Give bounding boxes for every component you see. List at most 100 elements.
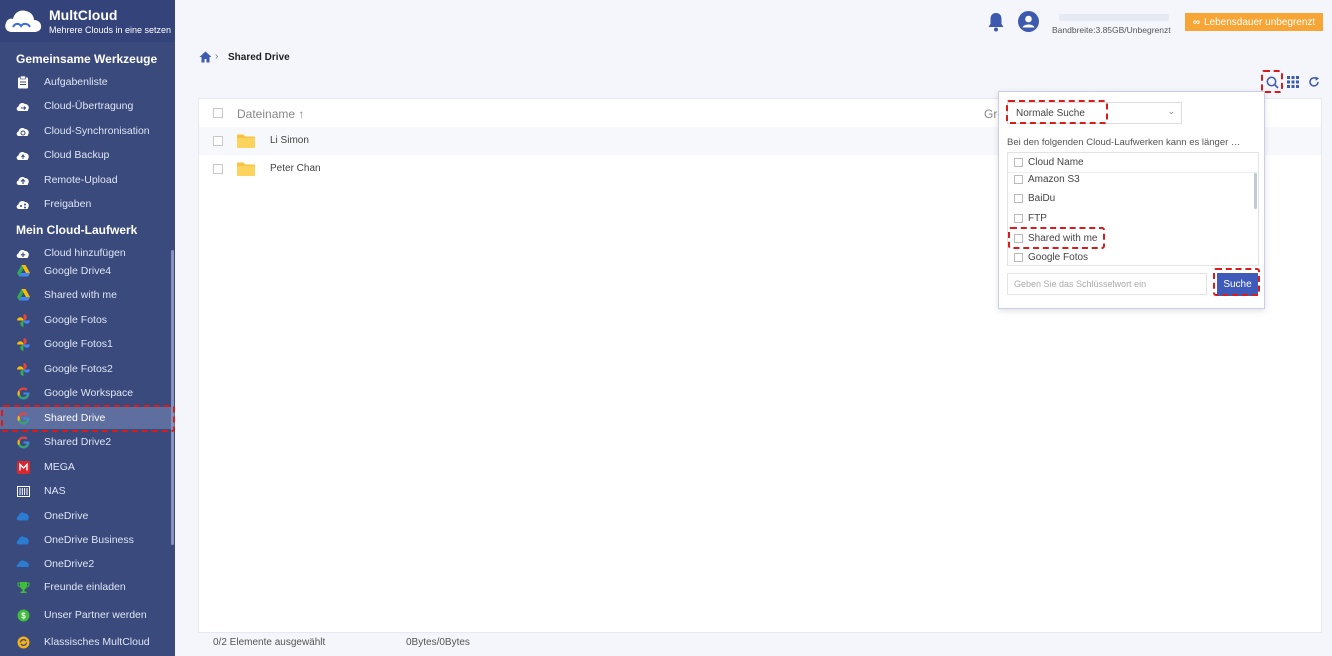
sidebar-item-label: Shared Drive2 — [44, 436, 112, 448]
sidebar-item-label: OneDrive2 — [44, 558, 95, 567]
bell-icon[interactable] — [987, 12, 1005, 32]
logo[interactable]: MultCloud Mehrere Clouds in eine setzen — [0, 0, 175, 42]
cloud-option-checkbox[interactable] — [1014, 253, 1023, 262]
column-filename-label: Dateiname — [237, 107, 296, 121]
cloud-list-header-label: Cloud Name — [1028, 157, 1084, 168]
search-hint: Bei den folgenden Cloud-Laufwerken kann … — [1007, 137, 1241, 148]
cloud-option-checkbox[interactable] — [1014, 214, 1023, 223]
cloud-option-checkbox[interactable] — [1014, 234, 1023, 243]
column-filename[interactable]: Dateiname ↑ — [237, 107, 304, 121]
cloud-option[interactable]: Amazon S3 — [1014, 174, 1080, 185]
app-tagline: Mehrere Clouds in eine setzen — [49, 25, 172, 35]
grid-view-button[interactable] — [1284, 73, 1302, 91]
cloud-list-header[interactable]: Cloud Name — [1014, 157, 1084, 168]
sidebar-item-task-list[interactable]: Aufgabenliste — [0, 71, 175, 93]
sidebar-item-cloud-backup[interactable]: Cloud Backup — [0, 144, 175, 166]
sidebar-item-label: Google Workspace — [44, 387, 134, 399]
sort-arrow-icon: ↑ — [298, 107, 305, 121]
user-avatar-icon[interactable] — [1018, 11, 1039, 32]
sidebar-item-google-fotos2[interactable]: Google Fotos2 — [0, 358, 175, 380]
folder-icon — [237, 162, 255, 176]
sidebar-item-label: Freigaben — [44, 198, 92, 210]
cloud-option[interactable]: Google Fotos — [1014, 252, 1088, 263]
search-toggle-button[interactable] — [1263, 73, 1281, 91]
sidebar-item-shared-with-me[interactable]: Shared with me — [0, 284, 175, 306]
cloud-option[interactable]: Shared with me — [1014, 233, 1097, 244]
cloud-option-label: BaiDu — [1028, 193, 1056, 204]
search-mode-select[interactable]: Normale Suche ⌄ — [1007, 102, 1182, 124]
clipboard-icon — [16, 75, 30, 89]
selection-bytes: 0Bytes/0Bytes — [406, 637, 470, 648]
search-button[interactable]: Suche — [1217, 273, 1258, 296]
google-drive-icon — [16, 288, 30, 302]
home-icon[interactable] — [199, 51, 212, 63]
sidebar-item-shared-drive[interactable]: Shared Drive — [0, 407, 175, 429]
cloud-option-label: FTP — [1028, 213, 1047, 224]
folder-icon — [237, 134, 255, 148]
cloud-option-label: Shared with me — [1028, 233, 1098, 244]
divider — [1008, 172, 1258, 173]
infinity-icon: ∞ — [1192, 16, 1200, 28]
sidebar-item-shares[interactable]: Freigaben — [0, 193, 175, 215]
cloud-list: Cloud Name Amazon S3 BaiDu FTP Shared wi… — [1007, 152, 1259, 266]
sidebar-item-onedrive[interactable]: OneDrive — [0, 505, 175, 527]
sidebar-item-classic-multcloud[interactable]: Klassisches MultCloud — [0, 631, 175, 653]
refresh-button[interactable] — [1305, 73, 1323, 91]
cloud-option-checkbox[interactable] — [1014, 194, 1023, 203]
sidebar-item-onedrive2[interactable]: OneDrive2 — [0, 553, 175, 567]
app-name: MultCloud — [49, 7, 118, 23]
cloud-list-scrollbar[interactable] — [1254, 173, 1257, 209]
sidebar-item-google-fotos1[interactable]: Google Fotos1 — [0, 333, 175, 355]
breadcrumb-separator: › — [215, 51, 219, 62]
google-g-icon — [16, 386, 30, 400]
upgrade-button[interactable]: ∞ Lebensdauer unbegrenzt — [1185, 13, 1323, 31]
select-all-checkbox[interactable] — [213, 108, 223, 118]
sidebar-item-label: Aufgabenliste — [44, 76, 108, 88]
row-checkbox[interactable] — [213, 164, 223, 174]
file-name[interactable]: Peter Chan — [270, 163, 321, 174]
sidebar-item-mega[interactable]: MEGA — [0, 456, 175, 478]
bandwidth-bar — [1059, 14, 1169, 21]
sidebar-item-label: Cloud-Übertragung — [44, 100, 134, 112]
cloud-option[interactable]: FTP — [1014, 213, 1047, 224]
sidebar-item-label: Google Fotos2 — [44, 363, 113, 375]
sidebar-scrollbar[interactable] — [171, 250, 174, 545]
search-mode-value: Normale Suche — [1016, 107, 1085, 119]
dollar-icon: $ — [16, 608, 30, 622]
sidebar-item-google-workspace[interactable]: Google Workspace — [0, 382, 175, 404]
onedrive-icon — [16, 533, 30, 547]
sidebar-item-invite-friends[interactable]: Freunde einladen — [0, 576, 175, 598]
sidebar: MultCloud Mehrere Clouds in eine setzen … — [0, 0, 175, 656]
sidebar-item-google-fotos[interactable]: Google Fotos — [0, 309, 175, 331]
section-drives-title: Mein Cloud-Laufwerk — [16, 223, 138, 237]
google-photos-icon — [16, 313, 30, 327]
sidebar-item-cloud-sync[interactable]: Cloud-Synchronisation — [0, 120, 175, 142]
refresh-icon — [1309, 76, 1319, 87]
google-g-icon — [16, 435, 30, 449]
sidebar-item-label: Remote-Upload — [44, 174, 118, 186]
cloud-option-checkbox[interactable] — [1014, 175, 1023, 184]
sidebar-item-label: OneDrive — [44, 510, 89, 522]
sidebar-item-cloud-transfer[interactable]: Cloud-Übertragung — [0, 95, 175, 117]
sidebar-item-onedrive-business[interactable]: OneDrive Business — [0, 529, 175, 551]
cloud-upload-icon — [16, 173, 30, 187]
sidebar-item-google-drive4[interactable]: Google Drive4 — [0, 260, 175, 282]
cloud-option[interactable]: BaiDu — [1014, 193, 1055, 204]
select-all-clouds-checkbox[interactable] — [1014, 158, 1023, 167]
cloud-add-icon — [16, 246, 30, 260]
sidebar-item-label: Cloud-Synchronisation — [44, 125, 150, 137]
sidebar-item-become-partner[interactable]: $ Unser Partner werden — [0, 604, 175, 626]
trophy-icon — [16, 580, 30, 594]
classic-icon — [16, 635, 30, 649]
sidebar-item-label: Cloud Backup — [44, 149, 110, 161]
sidebar-item-remote-upload[interactable]: Remote-Upload — [0, 169, 175, 191]
cloud-backup-icon — [16, 148, 30, 162]
sidebar-item-shared-drive2[interactable]: Shared Drive2 — [0, 431, 175, 453]
breadcrumb-current[interactable]: Shared Drive — [228, 52, 290, 63]
row-checkbox[interactable] — [213, 136, 223, 146]
grid-view-icon — [1287, 76, 1299, 88]
sidebar-item-nas[interactable]: NAS — [0, 480, 175, 502]
keyword-input[interactable] — [1007, 273, 1207, 295]
google-g-icon — [16, 411, 30, 425]
file-name[interactable]: Li Simon — [270, 135, 309, 146]
